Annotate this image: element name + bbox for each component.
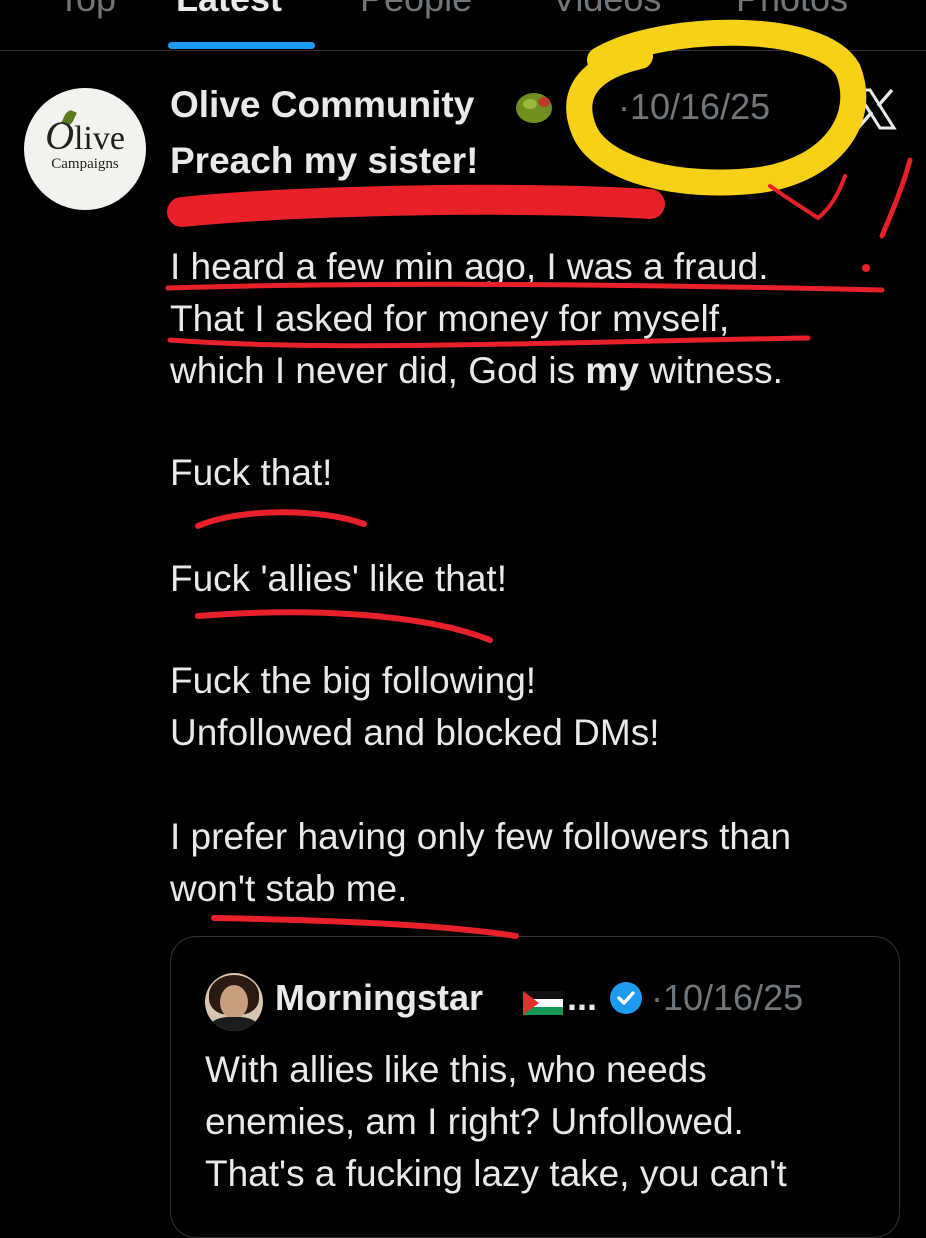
red-exclamation-dot — [862, 264, 870, 272]
tab-videos[interactable]: Videos — [552, 0, 661, 20]
red-redaction-bar — [167, 184, 665, 227]
x-logo-icon[interactable] — [852, 86, 898, 132]
tab-people[interactable]: People — [360, 0, 472, 20]
post-timestamp[interactable]: ·10/16/25 — [618, 86, 770, 128]
post-line: which I never did, God is my witness. — [170, 350, 783, 391]
name-truncation: ... — [567, 977, 598, 1018]
red-underline — [195, 609, 493, 643]
post-line: I prefer having only few followers than — [170, 816, 792, 857]
post-line: That I asked for money for myself, — [170, 298, 730, 339]
quote-line: enemies, am I right? Unfollowed. — [205, 1101, 744, 1142]
quote-author-name[interactable]: Morningstar — [275, 977, 483, 1019]
olive-emoji-icon — [516, 93, 552, 123]
post-line: Unfollowed and blocked DMs! — [170, 712, 660, 753]
post-line: Fuck 'allies' like that! — [170, 558, 507, 599]
quote-author-avatar[interactable] — [205, 973, 263, 1031]
red-arrow — [768, 174, 847, 220]
tab-latest[interactable]: Latest — [176, 0, 282, 20]
tab-photos[interactable]: Photos — [736, 0, 848, 20]
search-tabs: Top Latest People Videos Photos — [0, 0, 926, 51]
avatar-logo: Olive — [45, 113, 125, 158]
post-headline: Preach my sister! — [170, 140, 479, 181]
palestine-flag-icon — [523, 991, 563, 1015]
post-line: Fuck that! — [170, 452, 333, 493]
tab-top[interactable]: Top — [58, 0, 116, 20]
post-line: I heard a few min ago, I was a fraud. — [170, 246, 769, 287]
author-avatar[interactable]: Olive Campaigns — [24, 88, 146, 210]
active-tab-indicator — [168, 42, 315, 49]
author-name[interactable]: Olive Community — [170, 84, 474, 126]
quoted-post[interactable]: Morningstar ... ·10/16/25 With allies li… — [170, 936, 900, 1238]
quote-timestamp[interactable]: ·10/16/25 — [651, 977, 803, 1019]
post-line: won't stab me. — [170, 868, 408, 909]
quote-line: That's a fucking lazy take, you can't — [205, 1153, 787, 1194]
tabs-divider — [0, 50, 926, 51]
post-line: Fuck the big following! — [170, 660, 537, 701]
red-exclamation — [879, 157, 913, 239]
quote-line: With allies like this, who needs — [205, 1049, 707, 1090]
emphasis-text: my — [585, 350, 639, 391]
verified-badge-icon — [610, 982, 642, 1014]
red-underline — [195, 509, 367, 529]
avatar-logo-sub: Campaigns — [51, 156, 119, 172]
red-underline — [211, 915, 519, 939]
